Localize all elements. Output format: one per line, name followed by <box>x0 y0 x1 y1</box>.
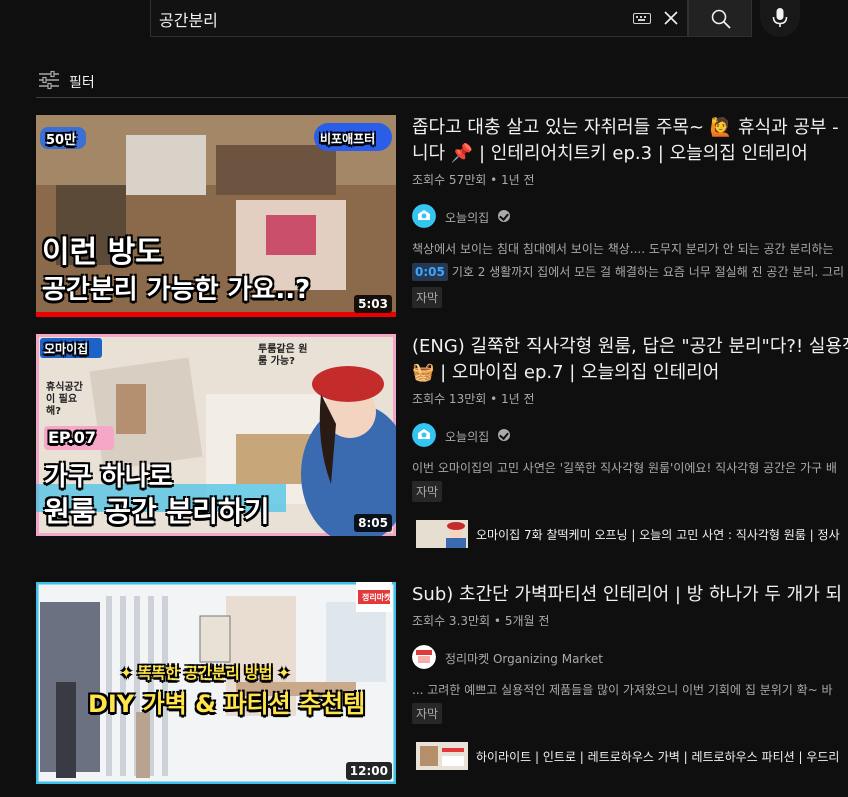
video-description: 이번 오마이집의 고민 사연은 '길쭉한 직사각형 원룸'이에요! 직사각형 공… <box>412 461 837 475</box>
chapter-snippet-text: 기호 2 생활까지 집에서 모든 걸 해결하는 요즘 너무 절실해 진 공간 분… <box>451 265 845 279</box>
filter-icon <box>39 70 59 90</box>
video-info: (ENG) 길쭉한 직사각형 원룸, 답은 "공간 분리"다?! 실용적 🧺 |… <box>412 334 848 548</box>
microphone-icon <box>772 8 788 27</box>
thumbnail-badge: 50만 <box>46 133 77 148</box>
thumbnail-caption: 공간분리 가능한 가요..? <box>42 275 311 305</box>
chapter-list[interactable]: 하이라이트 | 인트로 | 레트로하우스 가벽 | 레트로하우스 파티션 | 우… <box>412 738 848 770</box>
video-duration: 5:03 <box>354 295 392 313</box>
thumbnail-image <box>36 582 396 784</box>
thumbnail-episode: EP.07 <box>48 428 97 447</box>
video-thumbnail[interactable]: 오마이집 휴식공간이 필요해? 투룸같은 원룸 가능? EP.07 가구 하나로… <box>36 334 396 536</box>
video-info: Sub) 초간단 가벽파티션 인테리어 | 방 하나가 두 개가 되 조회수 3… <box>412 582 848 770</box>
divider <box>36 97 848 98</box>
top-bar: 공간분리 <box>0 0 848 46</box>
channel-avatar[interactable] <box>412 423 436 447</box>
thumbnail-logo: 비포애프터 <box>320 132 376 146</box>
video-title[interactable]: 🧺 | 오마이집 ep.7 | 오늘의집 인테리어 <box>412 360 848 386</box>
channel-name[interactable]: 정리마켓 Organizing Market <box>445 650 603 667</box>
search-input[interactable]: 공간분리 <box>159 7 218 31</box>
video-duration: 12:00 <box>345 762 392 780</box>
search-button[interactable] <box>688 0 752 37</box>
video-thumbnail[interactable]: 50만 비포애프터 이런 방도 공간분리 가능한 가요..? 5:03 <box>36 115 396 317</box>
thumbnail-bubble: 투룸같은 원룸 가능? <box>258 344 308 367</box>
video-result[interactable]: 정리마켓 ✦ 똑똑한 공간분리 방법 ✦ DIY 가벽 & 파티션 추천템 12… <box>36 582 848 784</box>
video-description: 책상에서 보이는 침대 침대에서 보이는 책상.... 도무지 분리가 안 되는… <box>412 242 834 256</box>
thumbnail-caption: 원룸 공간 분리하기 <box>44 495 270 528</box>
channel-name[interactable]: 오늘의집 <box>445 428 489 445</box>
video-title[interactable]: (ENG) 길쭉한 직사각형 원룸, 답은 "공간 분리"다?! 실용적 <box>412 334 848 360</box>
thumbnail-caption: DIY 가벽 & 파티션 추천템 <box>88 690 366 718</box>
video-info: 좁다고 대충 살고 있는 자취러들 주목~ 🙋 휴식과 공부 - 니다 📌 | … <box>412 115 848 308</box>
thumbnail-caption: ✦ 똑똑한 공간분리 방법 ✦ <box>120 664 291 682</box>
video-thumbnail[interactable]: 정리마켓 ✦ 똑똑한 공간분리 방법 ✦ DIY 가벽 & 파티션 추천템 12… <box>36 582 396 784</box>
channel-link[interactable]: 오늘의집 <box>412 204 848 228</box>
thumbnail-bubble: 휴식공간이 필요해? <box>46 382 83 417</box>
video-meta: 조회수 13만회 • 1년 전 <box>412 392 535 406</box>
chapter-list[interactable]: 오마이집 7화 찰떡케미 오프닝 | 오늘의 고민 사연 : 직사각형 원룸 |… <box>412 516 848 548</box>
voice-search-button[interactable] <box>760 0 800 37</box>
thumbnail-logo: 정리마켓 <box>362 593 392 602</box>
upload-age: 5개월 전 <box>504 614 550 628</box>
view-count: 조회수 57만회 <box>412 173 487 187</box>
keyboard-icon[interactable] <box>633 13 651 24</box>
video-meta: 조회수 3.3만회 • 5개월 전 <box>412 614 550 628</box>
clear-icon[interactable] <box>662 9 680 27</box>
video-title[interactable]: 좁다고 대충 살고 있는 자취러들 주목~ 🙋 휴식과 공부 - <box>412 115 848 141</box>
cc-badge: 자막 <box>412 703 443 724</box>
video-duration: 8:05 <box>354 514 392 532</box>
cc-badge: 자막 <box>412 287 443 308</box>
chapter-text: 하이라이트 | 인트로 | 레트로하우스 가벽 | 레트로하우스 파티션 | 우… <box>476 750 840 764</box>
video-result[interactable]: 50만 비포애프터 이런 방도 공간분리 가능한 가요..? 5:03 좁다고 … <box>36 115 848 317</box>
chapter-text: 오마이집 7화 찰떡케미 오프닝 | 오늘의 고민 사연 : 직사각형 원룸 |… <box>476 528 840 542</box>
filter-label: 필터 <box>69 75 95 91</box>
video-meta: 조회수 57만회 • 1년 전 <box>412 173 535 187</box>
view-count: 조회수 3.3만회 <box>412 614 491 628</box>
chapter-thumbnail <box>416 742 468 770</box>
video-description: ... 고려한 예쁘고 실용적인 제품들을 많이 가져왔으니 이번 기회에 집 … <box>412 683 833 697</box>
view-count: 조회수 13만회 <box>412 392 487 406</box>
search-icon <box>711 9 731 29</box>
channel-link[interactable]: 오늘의집 <box>412 423 848 447</box>
chapter-thumbnail <box>416 520 468 548</box>
channel-name[interactable]: 오늘의집 <box>445 209 489 226</box>
verified-icon <box>498 210 510 222</box>
video-title[interactable]: 니다 📌 | 인테리어치트키 ep.3 | 오늘의집 인테리어 <box>412 141 848 167</box>
channel-link[interactable]: 정리마켓 Organizing Market <box>412 645 848 669</box>
video-title[interactable]: Sub) 초간단 가벽파티션 인테리어 | 방 하나가 두 개가 되 <box>412 582 848 608</box>
timestamp-link[interactable]: 0:05 <box>412 263 448 281</box>
verified-icon <box>498 429 510 441</box>
upload-age: 1년 전 <box>501 392 535 406</box>
search-box[interactable]: 공간분리 <box>150 0 688 37</box>
thumbnail-caption: 이런 방도 <box>42 235 163 270</box>
video-chapter-snippet: 0:05 기호 2 생활까지 집에서 모든 걸 해결하는 요즘 너무 절실해 진 … <box>412 263 848 281</box>
thumbnail-caption: 가구 하나로 <box>44 462 173 492</box>
thumbnail-logo: 오마이집 <box>44 342 89 356</box>
channel-avatar[interactable] <box>412 645 436 669</box>
video-result[interactable]: 오마이집 휴식공간이 필요해? 투룸같은 원룸 가능? EP.07 가구 하나로… <box>36 334 848 556</box>
channel-avatar[interactable] <box>412 204 436 228</box>
cc-badge: 자막 <box>412 481 443 502</box>
upload-age: 1년 전 <box>501 173 535 187</box>
